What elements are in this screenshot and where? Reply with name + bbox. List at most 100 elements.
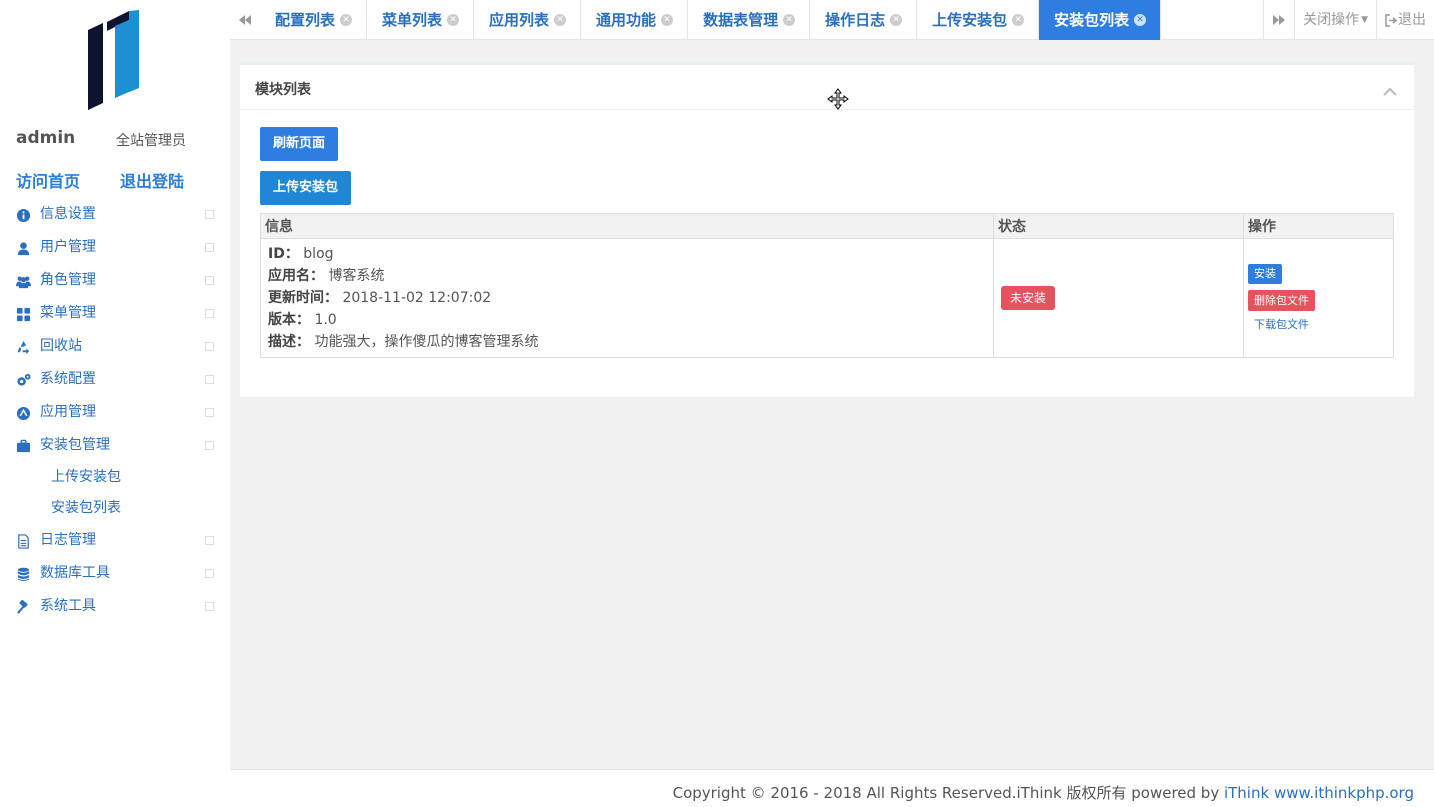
info-updated-time: 更新时间： 2018-11-02 12:07:02	[261, 287, 993, 309]
tab-label: 菜单列表	[382, 11, 443, 29]
logo	[88, 10, 139, 110]
sidebar-item-label: 数据库工具	[40, 565, 110, 581]
tab-close-icon[interactable]: ✕	[890, 14, 903, 26]
backward-icon	[239, 15, 251, 25]
tab-close-icon[interactable]: ✕	[661, 14, 674, 26]
expand-icon	[205, 309, 214, 318]
sidebar-item-role-management[interactable]: 角色管理	[0, 264, 230, 297]
tab-config-list[interactable]: 配置列表 ✕	[260, 0, 368, 40]
info-app-name: 应用名： 博客系统	[261, 265, 993, 287]
tab-menu-list[interactable]: 菜单列表 ✕	[367, 0, 475, 40]
tab-close-icon[interactable]: ✕	[1134, 14, 1147, 26]
submenu-item-package-list[interactable]: 安装包列表	[0, 493, 230, 524]
sidebar-item-label: 回收站	[40, 338, 82, 354]
tab-app-list[interactable]: 应用列表 ✕	[474, 0, 582, 40]
delete-package-button[interactable]: 删除包文件	[1248, 290, 1315, 311]
install-button[interactable]: 安装	[1248, 264, 1282, 284]
column-header-info: 信息	[260, 213, 994, 239]
tab-close-icon[interactable]: ✕	[783, 14, 796, 26]
sidebar-item-app-management[interactable]: 应用管理	[0, 396, 230, 429]
tab-close-icon[interactable]: ✕	[1012, 14, 1025, 26]
tab-close-icon[interactable]: ✕	[340, 14, 353, 26]
module-list-panel: 模块列表 刷新页面 上传安装包 信息 状态 操作 ID： blog 应用名： 博…	[240, 62, 1414, 397]
info-description: 描述： 功能强大，操作傻瓜的博客管理系统	[261, 331, 993, 353]
user-role: 全站管理员	[116, 133, 186, 149]
tab-common-functions[interactable]: 通用功能 ✕	[581, 0, 689, 40]
tab-close-icon[interactable]: ✕	[554, 14, 567, 26]
expand-icon	[205, 441, 214, 450]
exit-label: 退出	[1398, 12, 1426, 28]
sidebar-item-label: 用户管理	[40, 239, 96, 255]
user-name: admin	[16, 128, 76, 148]
table-row: ID： blog 应用名： 博客系统 更新时间： 2018-11-02 12:0…	[260, 238, 1394, 358]
footer: Copyright © 2016 - 2018 All Rights Reser…	[230, 769, 1434, 807]
logout-link[interactable]: 退出登陆	[120, 168, 184, 192]
tab-table-management[interactable]: 数据表管理 ✕	[688, 0, 811, 40]
tabs: 配置列表 ✕ 菜单列表 ✕ 应用列表 ✕ 通用功能 ✕ 数据表管理 ✕ 操作日志 ✕ 上传安…	[260, 0, 1162, 40]
sidebar-item-label: 信息设置	[40, 206, 96, 222]
scroll-left-button[interactable]	[230, 0, 260, 40]
field-value: blog	[303, 246, 334, 262]
tab-bar: 配置列表 ✕ 菜单列表 ✕ 应用列表 ✕ 通用功能 ✕ 数据表管理 ✕ 操作日志 ✕ 上传安…	[230, 0, 1434, 40]
operations-cell: 安装 删除包文件 下载包文件	[1243, 238, 1394, 358]
user-icon	[15, 240, 31, 256]
visit-home-link[interactable]: 访问首页	[16, 168, 80, 192]
field-label: 版本：	[268, 312, 310, 328]
close-operations-dropdown[interactable]: 关闭操作 ▼	[1294, 0, 1376, 40]
info-id: ID： blog	[261, 243, 993, 265]
package-table: 信息 状态 操作 ID： blog 应用名： 博客系统 更新时间： 2018-1…	[260, 213, 1394, 358]
sidebar-item-label: 角色管理	[40, 272, 96, 288]
website-link[interactable]: www.ithinkphp.org	[1274, 784, 1414, 802]
tab-label: 配置列表	[275, 11, 336, 29]
sidebar-item-label: 系统配置	[40, 371, 96, 387]
users-icon	[15, 273, 31, 289]
refresh-page-button[interactable]: 刷新页面	[260, 127, 339, 161]
sidebar-item-label: 菜单管理	[40, 305, 96, 321]
upload-package-button[interactable]: 上传安装包	[260, 171, 352, 205]
sidebar-item-system-config[interactable]: 系统配置	[0, 363, 230, 396]
sidebar-item-info-settings[interactable]: 信息设置	[0, 198, 230, 231]
expand-icon	[205, 569, 214, 578]
expand-icon	[205, 602, 214, 611]
expand-icon	[205, 408, 214, 417]
file-text-icon	[15, 533, 31, 549]
status-badge: 未安装	[1001, 286, 1056, 310]
copyright-text: Copyright © 2016 - 2018 All Rights Reser…	[673, 782, 1414, 803]
tab-close-icon[interactable]: ✕	[447, 14, 460, 26]
tab-package-list[interactable]: 安装包列表 ✕	[1039, 0, 1162, 40]
sidebar-item-package-management[interactable]: 安装包管理	[0, 429, 230, 462]
sidebar-item-recycle-bin[interactable]: 回收站	[0, 330, 230, 363]
expand-icon	[205, 342, 214, 351]
scroll-right-button[interactable]	[1263, 0, 1294, 40]
copyright-label: Copyright © 2016 - 2018 All Rights Reser…	[672, 784, 1224, 802]
download-package-link[interactable]: 下载包文件	[1248, 316, 1309, 332]
sidebar-item-system-tools[interactable]: 系统工具	[0, 590, 230, 623]
field-label: 更新时间：	[268, 290, 338, 306]
sidebar: admin 全站管理员 访问首页 退出登陆 信息设置 用户管理 角色管理 菜单管…	[0, 0, 230, 807]
sidebar-item-log-management[interactable]: 日志管理	[0, 524, 230, 557]
exit-button[interactable]: 退出	[1376, 0, 1434, 40]
app-icon	[15, 405, 31, 421]
field-value: 功能强大，操作傻瓜的博客管理系统	[314, 334, 539, 350]
ithink-link[interactable]: iThink	[1224, 784, 1269, 802]
move-cursor-icon	[827, 88, 849, 110]
field-value: 博客系统	[328, 268, 385, 284]
field-value: 1.0	[314, 312, 337, 328]
tab-upload-package[interactable]: 上传安装包 ✕	[917, 0, 1040, 40]
topbar-actions: 关闭操作 ▼ 退出	[1263, 0, 1434, 40]
field-label: ID：	[268, 246, 299, 262]
expand-icon	[205, 375, 214, 384]
sidebar-item-database-tools[interactable]: 数据库工具	[0, 557, 230, 590]
submenu-item-upload-package[interactable]: 上传安装包	[0, 462, 230, 493]
tab-operation-log[interactable]: 操作日志 ✕	[810, 0, 918, 40]
grid-icon	[15, 306, 31, 322]
expand-icon	[205, 210, 214, 219]
tab-label: 安装包列表	[1054, 11, 1130, 29]
column-header-status: 状态	[993, 213, 1244, 239]
chevron-up-icon[interactable]	[1382, 85, 1398, 97]
caret-down-icon: ▼	[1361, 15, 1368, 25]
column-header-operations: 操作	[1243, 213, 1394, 239]
sidebar-item-menu-management[interactable]: 菜单管理	[0, 297, 230, 330]
expand-icon	[205, 243, 214, 252]
sidebar-item-user-management[interactable]: 用户管理	[0, 231, 230, 264]
